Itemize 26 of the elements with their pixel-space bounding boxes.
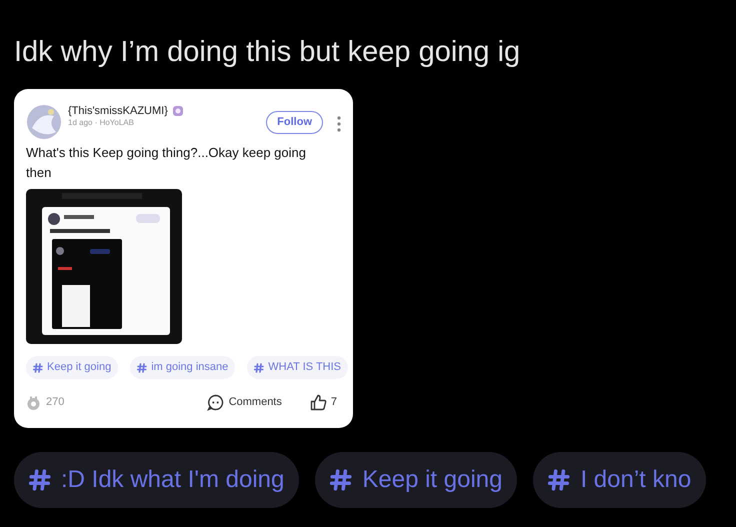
comment-icon (206, 394, 224, 411)
topic-chip[interactable]: :D Idk what I'm doing (14, 452, 300, 508)
post-text: What's this Keep going thing?...Okay keep going then (26, 144, 307, 182)
hashtag-icon (330, 469, 352, 491)
thumbs-up-icon (310, 394, 327, 411)
hashtag-icon (33, 362, 43, 372)
tag-chip[interactable]: im going insane (130, 356, 236, 379)
post-meta: 1d ago · HoYoLAB (68, 118, 135, 128)
hashtag-icon (29, 469, 51, 491)
topic-chip[interactable]: Keep it going (315, 452, 518, 508)
view-count: 270 (46, 395, 64, 410)
hashtag-icon (254, 362, 264, 372)
avatar[interactable] (26, 104, 62, 140)
tag-chip[interactable]: Keep it going (26, 356, 118, 379)
author-name[interactable]: {This'smissKAZUMI} (68, 104, 168, 118)
post-card[interactable]: {This'smissKAZUMI} 1d ago · HoYoLAB Follow What's this Keep going thing?...Okay keep going then Keep it going im going insane WHAT IS THIS 270 Comments 7 (14, 89, 353, 428)
badge-icon (172, 105, 184, 117)
hashtag-icon (137, 362, 148, 372)
like-button[interactable]: 7 (310, 394, 337, 411)
follow-button[interactable]: Follow (266, 111, 323, 134)
post-title: Idk why I’m doing this but keep going ig (14, 35, 522, 70)
comments-button[interactable]: Comments (206, 394, 282, 411)
tag-chip[interactable]: WHAT IS THIS (247, 356, 348, 379)
more-icon[interactable] (337, 116, 341, 132)
topic-chip[interactable]: I don’t kno (533, 452, 706, 508)
hashtag-icon (548, 469, 570, 491)
